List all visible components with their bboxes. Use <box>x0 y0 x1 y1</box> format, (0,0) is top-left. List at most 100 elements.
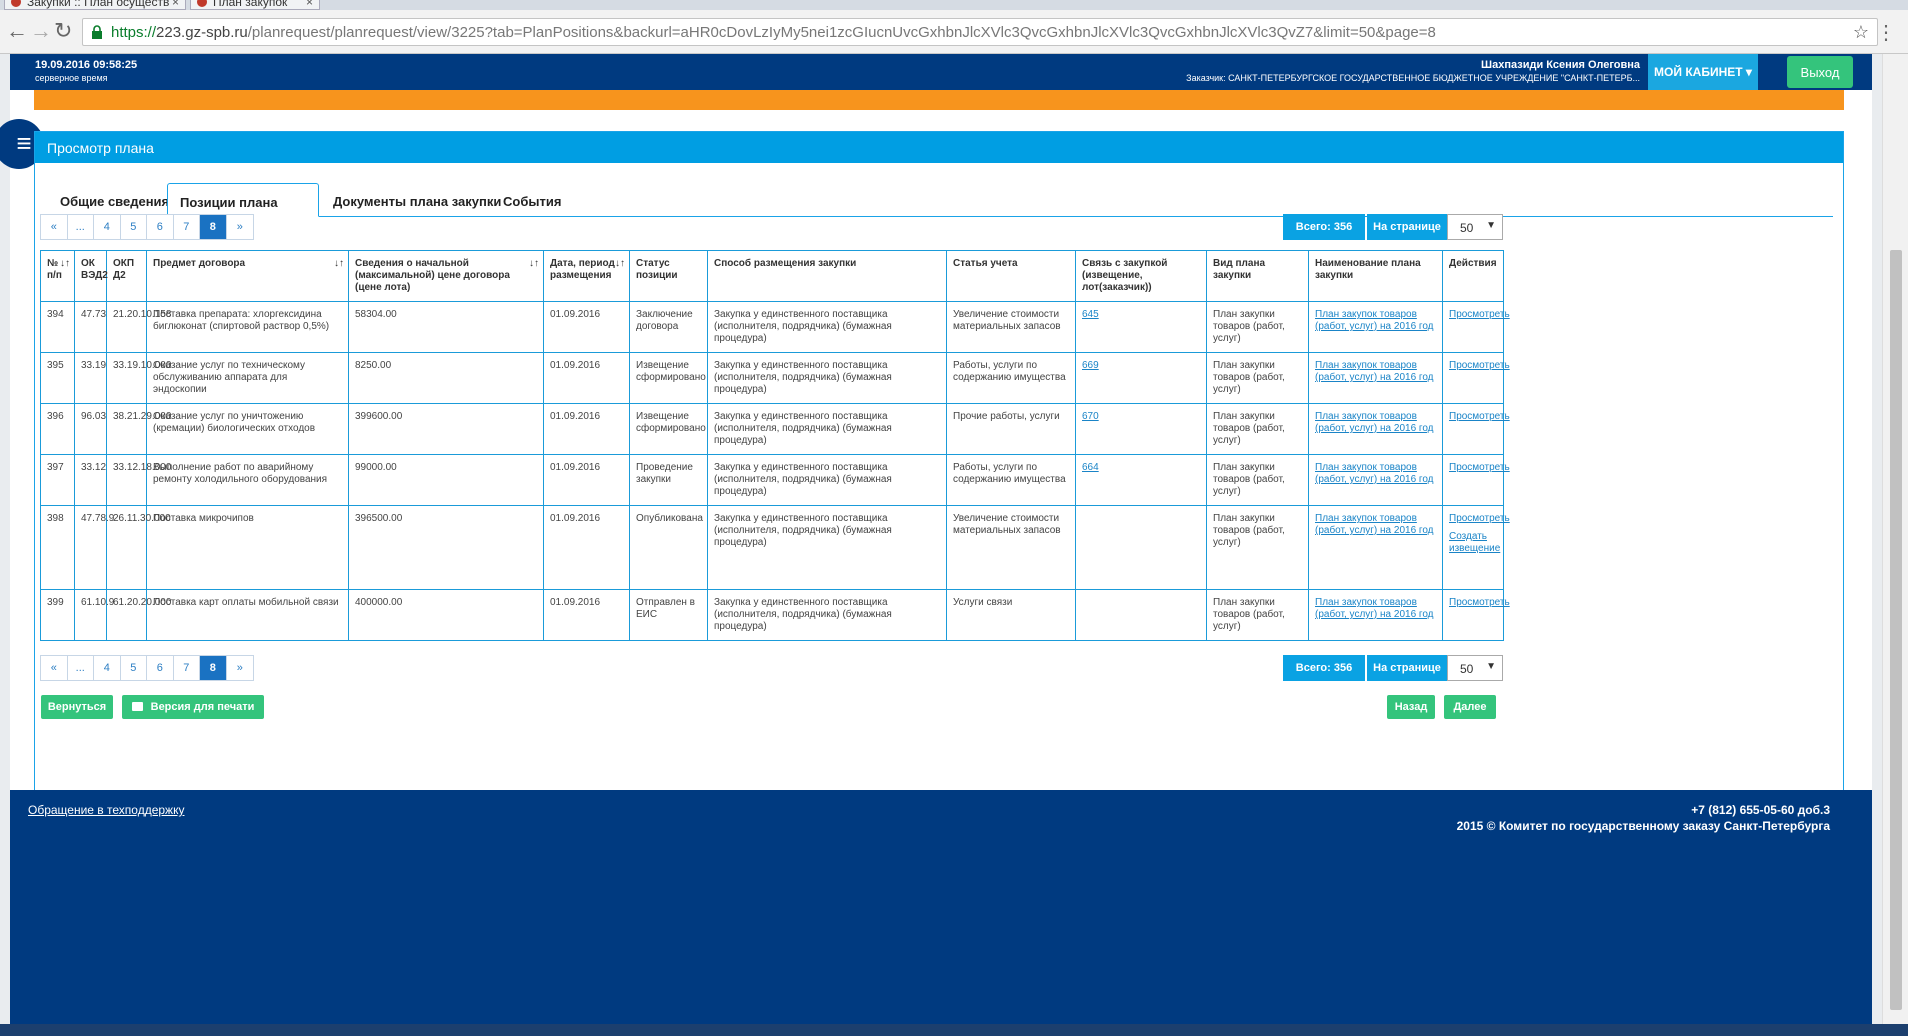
plan-name-link[interactable]: План закупок товаров (работ, услуг) на 2… <box>1315 597 1434 620</box>
procurement-link[interactable]: 645 <box>1082 309 1099 320</box>
pager-page-7[interactable]: 7 <box>173 656 200 680</box>
cell-method: Закупка у единственного поставщика (испо… <box>707 301 947 353</box>
exit-button[interactable]: Выход <box>1787 56 1853 88</box>
browser-tab-1[interactable]: Закупки :: План осуществ × <box>4 0 186 10</box>
back-arrow-icon[interactable]: ← <box>6 18 28 44</box>
pager-page-5[interactable]: 5 <box>120 215 147 239</box>
cell-date: 01.09.2016 <box>543 352 630 404</box>
view-link[interactable]: Просмотреть <box>1449 411 1510 423</box>
col-header-actions: Действия <box>1442 250 1504 302</box>
printer-icon <box>131 702 143 711</box>
procurement-link[interactable]: 664 <box>1082 462 1099 473</box>
plan-name-link[interactable]: План закупок товаров (работ, услуг) на 2… <box>1315 360 1434 383</box>
browser-menu-icon[interactable]: ⋮ <box>1876 20 1896 45</box>
pager-page-6[interactable]: 6 <box>147 215 174 239</box>
pager-page-8[interactable]: 8 <box>200 215 227 239</box>
pager-page-6[interactable]: 6 <box>147 656 174 680</box>
pager-last[interactable]: » <box>226 215 253 239</box>
view-link[interactable]: Просмотреть <box>1449 513 1510 525</box>
prev-button[interactable]: Назад <box>1387 695 1435 719</box>
cell-link: 664 <box>1075 454 1207 506</box>
col-header-method: Способ размещения закупки <box>707 250 947 302</box>
scrollbar-thumb[interactable] <box>1890 250 1902 1010</box>
pager-ellipsis[interactable]: ... <box>67 215 94 239</box>
cell-plan-type: План закупки товаров (работ, услуг) <box>1206 352 1309 404</box>
cell-okved: 33.12 <box>74 454 107 506</box>
tab-events[interactable]: События <box>503 183 561 217</box>
plan-name-link[interactable]: План закупок товаров (работ, услуг) на 2… <box>1315 513 1434 536</box>
cell-subject: Поставка карт оплаты мобильной связи <box>146 589 349 641</box>
tab-plan-positions[interactable]: Позиции плана закупки <box>167 183 319 225</box>
browser-tabstrip: Закупки :: План осуществ × План закупок … <box>0 0 1908 10</box>
per-page-select[interactable]: 50 ▼ <box>1447 214 1503 240</box>
view-link[interactable]: Просмотреть <box>1449 360 1510 372</box>
cell-method: Закупка у единственного поставщика (испо… <box>707 352 947 404</box>
pager-first[interactable]: « <box>41 215 68 239</box>
cell-plan-name: План закупок товаров (работ, услуг) на 2… <box>1308 589 1443 641</box>
cell-num: 394 <box>40 301 75 353</box>
col-header-article: Статья учета <box>946 250 1076 302</box>
my-cabinet-button[interactable]: МОЙ КАБИНЕТ ▾ <box>1648 54 1758 90</box>
bookmark-star-icon[interactable]: ☆ <box>1853 22 1869 43</box>
support-phone: +7 (812) 655-05-60 доб.3 <box>1691 803 1830 817</box>
view-link[interactable]: Просмотреть <box>1449 462 1510 474</box>
url-scheme: https:// <box>111 24 157 41</box>
plan-name-link[interactable]: План закупок товаров (работ, услуг) на 2… <box>1315 462 1434 485</box>
procurement-link[interactable]: 670 <box>1082 411 1099 422</box>
support-link[interactable]: Обращение в техподдержку <box>28 803 184 817</box>
view-link[interactable]: Просмотреть <box>1449 309 1510 321</box>
plan-name-link[interactable]: План закупок товаров (работ, услуг) на 2… <box>1315 411 1434 434</box>
cell-actions: Просмотреть <box>1442 403 1510 455</box>
cell-num: 399 <box>40 589 75 641</box>
cell-okpd: 26.11.30.000 <box>106 505 171 590</box>
close-icon[interactable]: × <box>172 0 179 9</box>
sort-icon[interactable]: ↓↑ <box>529 258 539 270</box>
caret-down-icon: ▼ <box>1486 220 1496 231</box>
per-page-label: На странице <box>1367 214 1447 240</box>
print-version-button[interactable]: Версия для печати <box>122 695 264 719</box>
col-header-num[interactable]: № п/п ↓↑ <box>40 250 75 302</box>
create-notice-link[interactable]: Создать извещение <box>1449 531 1500 555</box>
address-bar[interactable]: https://223.gz-spb.ru/planrequest/planre… <box>82 18 1878 46</box>
pager-page-4[interactable]: 4 <box>94 656 121 680</box>
print-version-label: Версия для печати <box>150 701 255 713</box>
cell-plan-type: План закупки товаров (работ, услуг) <box>1206 301 1309 353</box>
next-button[interactable]: Далее <box>1444 695 1496 719</box>
forward-arrow-icon[interactable]: → <box>30 18 52 44</box>
col-header-subject[interactable]: Предмет договора ↓↑ <box>146 250 349 302</box>
tab-general[interactable]: Общие сведения <box>60 183 169 217</box>
server-datetime: 19.09.2016 09:58:25 <box>35 59 138 71</box>
cell-okpd: 33.19.10.000 <box>106 352 171 404</box>
col-header-price[interactable]: Сведения о начальной (максимальной) цене… <box>348 250 544 302</box>
cell-method: Закупка у единственного поставщика (испо… <box>707 505 947 590</box>
pager-page-7[interactable]: 7 <box>173 215 200 239</box>
per-page-select[interactable]: 50 ▼ <box>1447 655 1503 681</box>
procurement-link[interactable]: 669 <box>1082 360 1099 371</box>
pager-last[interactable]: » <box>226 656 253 680</box>
pager-page-4[interactable]: 4 <box>94 215 121 239</box>
sort-icon[interactable]: ↓↑ <box>60 258 70 270</box>
pager-page-5[interactable]: 5 <box>120 656 147 680</box>
col-header-date[interactable]: Дата, период размещения ↓↑ <box>543 250 630 302</box>
view-link[interactable]: Просмотреть <box>1449 597 1510 609</box>
pager-page-8[interactable]: 8 <box>200 656 227 680</box>
plan-name-link[interactable]: План закупок товаров (работ, услуг) на 2… <box>1315 309 1434 332</box>
cell-article: Увеличение стоимости материальных запасо… <box>946 301 1076 353</box>
cell-article: Работы, услуги по содержанию имущества <box>946 454 1076 506</box>
cell-actions: Просмотреть <box>1442 352 1510 404</box>
reload-icon[interactable]: ↻ <box>54 18 72 44</box>
plan-positions-table: № п/п ↓↑ ОК ВЭД2 ОКП Д2 Предмет договора ↓… <box>40 250 1510 641</box>
cell-actions: Просмотреть <box>1442 589 1510 641</box>
pager-ellipsis[interactable]: ... <box>67 656 94 680</box>
tab-plan-documents[interactable]: Документы плана закупки <box>333 183 501 217</box>
browser-tab-2[interactable]: План закупок × <box>190 0 320 10</box>
pager-first[interactable]: « <box>41 656 68 680</box>
cell-article: Услуги связи <box>946 589 1076 641</box>
page-scrollbar[interactable] <box>1882 54 1908 1024</box>
return-button[interactable]: Вернуться <box>41 695 113 719</box>
sort-icon[interactable]: ↓↑ <box>334 258 344 270</box>
lock-icon <box>92 25 102 39</box>
user-name: Шахпазиди Ксения Олеговна <box>1481 59 1640 71</box>
sort-icon[interactable]: ↓↑ <box>615 258 625 270</box>
close-icon[interactable]: × <box>306 0 313 9</box>
